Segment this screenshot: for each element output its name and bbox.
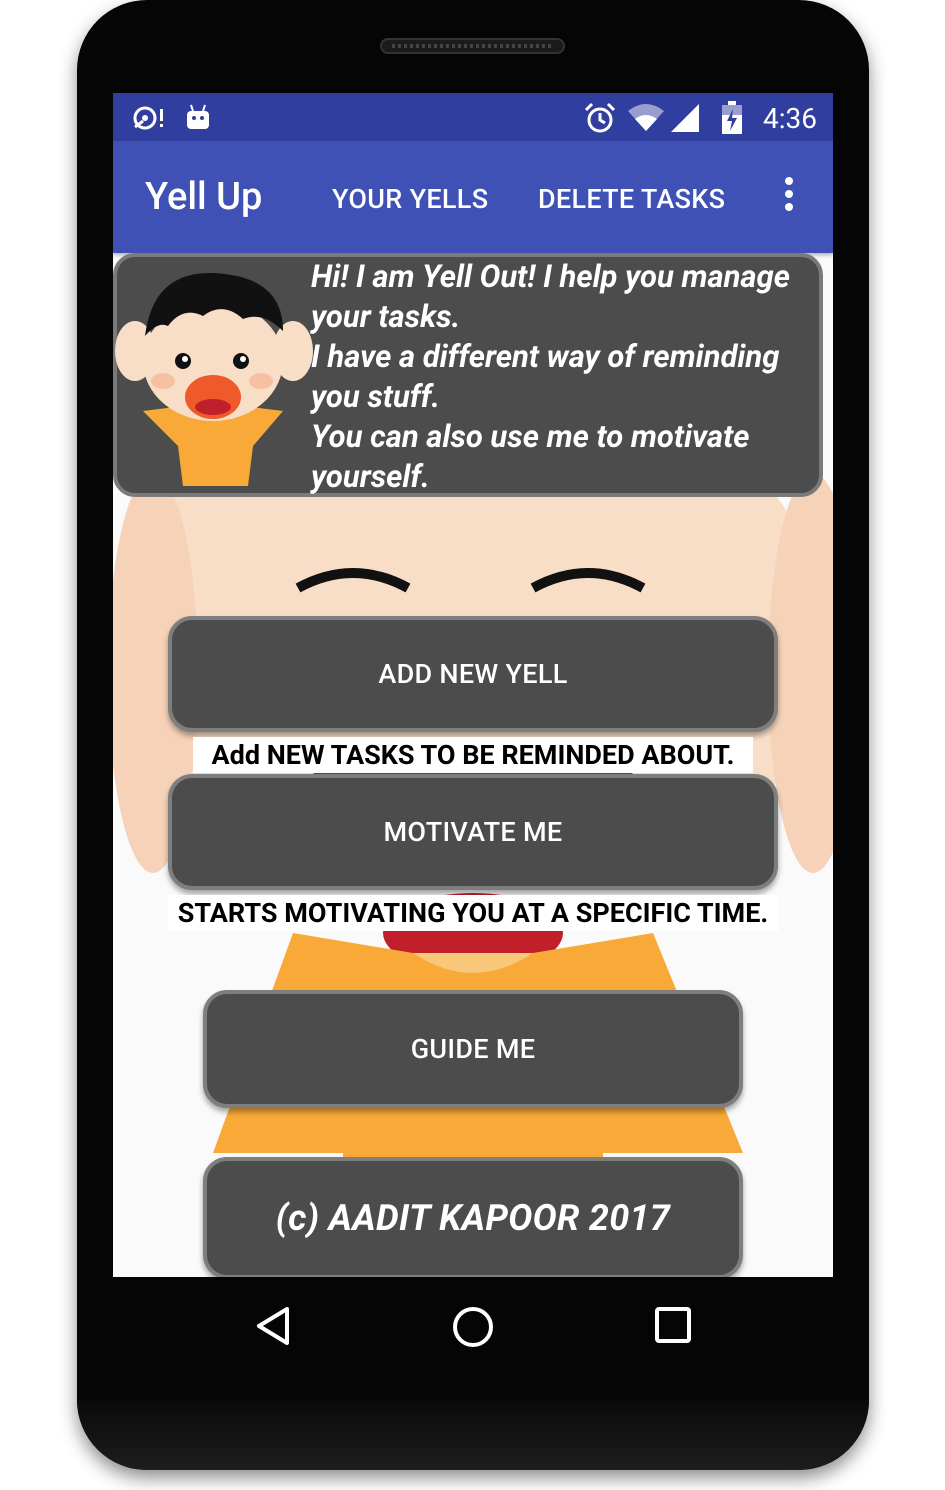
- phone-chin: [77, 1400, 869, 1470]
- add-new-yell-caption: Add NEW TASKS TO BE REMINDED ABOUT.: [193, 737, 753, 773]
- wifi-icon: [628, 104, 664, 131]
- motivate-me-label: MOTIVATE ME: [383, 816, 563, 848]
- navigation-bar: [113, 1277, 833, 1373]
- app-bar: Yell Up YOUR YELLS DELETE TASKS: [113, 141, 833, 253]
- your-yells-button[interactable]: YOUR YELLS: [332, 183, 488, 215]
- battery-charging-icon: [722, 101, 742, 134]
- guide-me-label: GUIDE ME: [410, 1033, 536, 1065]
- copyright-button[interactable]: (c) AADIT KAPOOR 2017: [203, 1157, 743, 1277]
- status-time: 4:36: [763, 102, 817, 135]
- motivate-me-button[interactable]: MOTIVATE ME: [168, 774, 778, 890]
- app-title: Yell Up: [145, 175, 263, 219]
- home-icon[interactable]: [451, 1305, 495, 1349]
- recents-icon[interactable]: [653, 1305, 693, 1345]
- signal-icon: [671, 104, 699, 132]
- sync-alert-icon: [133, 106, 163, 130]
- mascot-icon: [115, 272, 313, 486]
- more-vert-icon[interactable]: [777, 177, 801, 217]
- add-new-yell-label: ADD NEW YELL: [378, 658, 568, 690]
- motivate-me-caption: STARTS MOTIVATING YOU AT A SPECIFIC TIME…: [168, 895, 778, 931]
- back-icon[interactable]: [253, 1305, 293, 1347]
- add-new-yell-button[interactable]: ADD NEW YELL: [168, 616, 778, 732]
- android-icon: [187, 104, 209, 129]
- alarm-icon: [584, 102, 616, 133]
- status-bar: 4:36: [113, 93, 833, 141]
- screen: 4:36 Yell Up YOUR YELLS DELETE TASKS Hi!…: [113, 93, 833, 1277]
- delete-tasks-button[interactable]: DELETE TASKS: [538, 183, 725, 215]
- copyright-label: (c) AADIT KAPOOR 2017: [275, 1197, 671, 1239]
- intro-text: Hi! I am Yell Out! I help you manage you…: [311, 258, 790, 495]
- phone-speaker: [380, 38, 565, 54]
- guide-me-button[interactable]: GUIDE ME: [203, 990, 743, 1108]
- intro-card: Hi! I am Yell Out! I help you manage you…: [113, 253, 823, 497]
